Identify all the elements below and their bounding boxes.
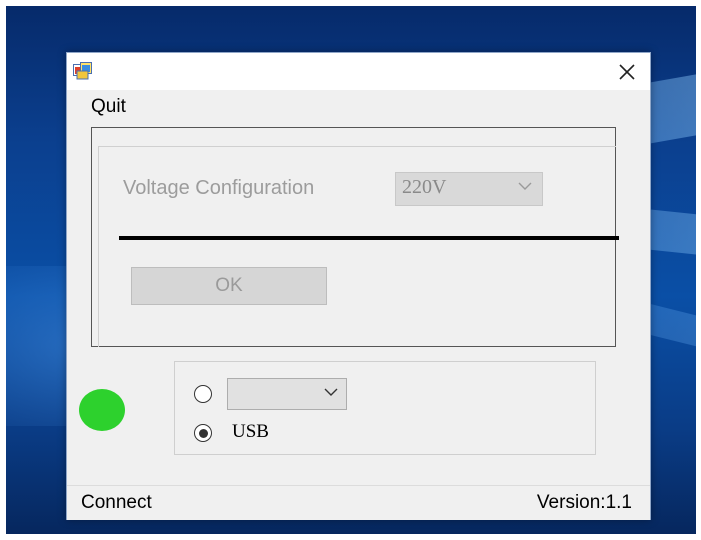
serial-port-radio[interactable] <box>194 385 212 403</box>
voltage-group-inner: Voltage Configuration 220V OK <box>98 146 619 347</box>
usb-label[interactable]: USB <box>232 421 269 443</box>
version-label: Version:1.1 <box>536 492 632 513</box>
title-bar <box>67 53 650 90</box>
app-window: Quit Voltage Configuration 220V OK USB C… <box>66 52 651 520</box>
app-icon <box>73 62 92 80</box>
port-dropdown[interactable] <box>227 378 347 410</box>
voltage-dropdown[interactable]: 220V <box>395 172 543 206</box>
connect-status-label: Connect <box>81 492 152 513</box>
voltage-group: Voltage Configuration 220V OK <box>91 127 619 347</box>
chevron-down-icon <box>324 388 338 396</box>
chevron-down-icon <box>518 182 532 190</box>
close-icon <box>619 63 635 80</box>
ok-button[interactable]: OK <box>131 267 327 305</box>
voltage-config-label: Voltage Configuration <box>123 177 315 199</box>
menu-item-quit[interactable]: Quit <box>91 96 126 118</box>
separator-line <box>119 236 619 240</box>
voltage-dropdown-value: 220V <box>402 176 447 198</box>
status-bar: Connect Version:1.1 <box>67 485 650 520</box>
menu-bar: Quit <box>67 90 650 120</box>
connection-group: USB <box>174 361 596 455</box>
connection-status-indicator <box>79 389 125 431</box>
close-button[interactable] <box>604 53 650 90</box>
usb-radio[interactable] <box>194 424 212 442</box>
